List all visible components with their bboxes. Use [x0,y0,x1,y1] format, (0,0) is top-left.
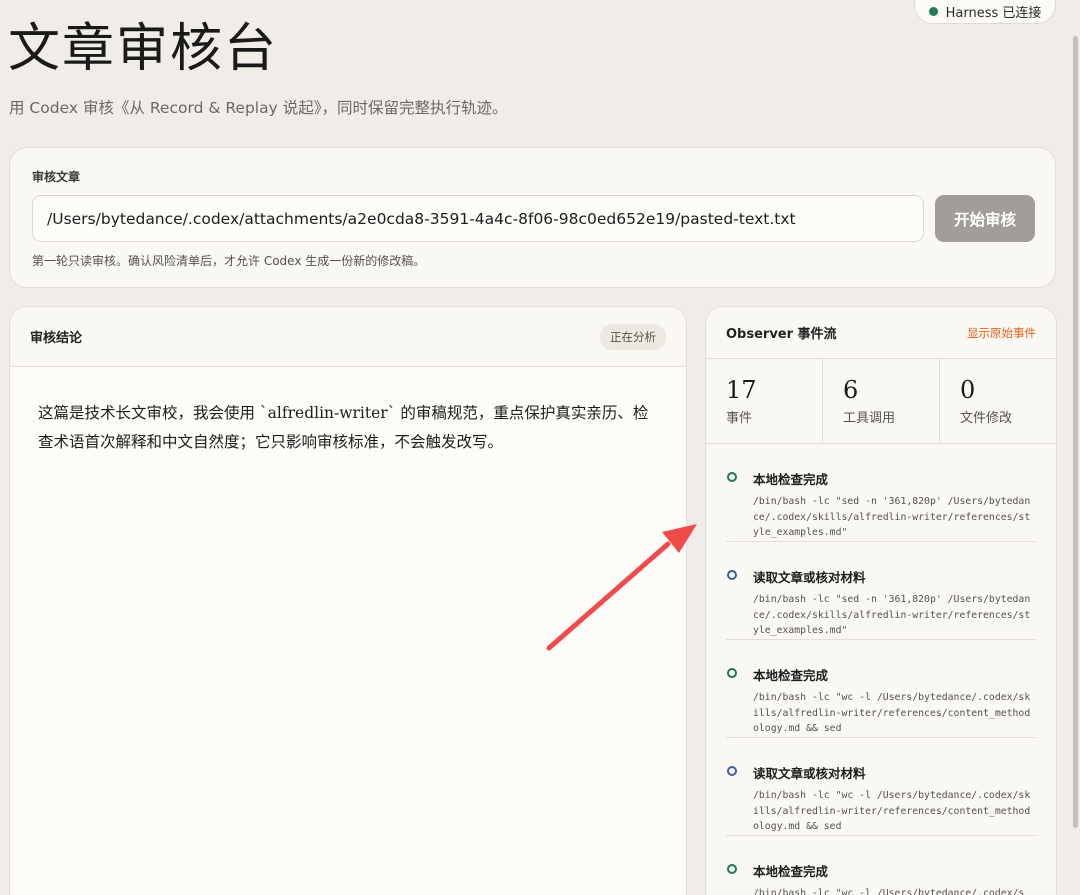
stat-label: 工具调用 [843,411,896,426]
stat-file-changes: 0 文件修改 [940,359,1056,443]
event-item[interactable]: 读取文章或核对材料 /bin/bash -lc "wc -l /Users/by… [726,738,1036,836]
event-list: 本地检查完成 /bin/bash -lc "sed -n '361,820p' … [706,444,1056,895]
status-ring-icon [727,472,737,482]
observer-stats: 17 事件 6 工具调用 0 文件修改 [706,359,1056,444]
page-scrollbar[interactable] [1073,36,1078,828]
stat-value: 6 [843,376,859,404]
page-subtitle: 用 Codex 审核《从 Record & Replay 说起》，同时保留完整执… [9,99,508,117]
stat-events: 17 事件 [706,359,823,443]
event-item[interactable]: 本地检查完成 /bin/bash -lc "sed -n '361,820p' … [726,444,1036,542]
stat-value: 17 [726,376,757,404]
review-result-header: 审核结论 正在分析 [10,307,686,367]
status-ring-icon [727,864,737,874]
article-input-label: 审核文章 [32,170,81,184]
event-command: /bin/bash -lc "wc -l /Users/bytedance/.c… [753,888,1025,895]
observer-event-panel: Observer 事件流 显示原始事件 17 事件 6 工具调用 0 文件修改 … [705,306,1057,895]
article-input-card: 审核文章 开始审核 第一轮只读审核。确认风险清单后，才允许 Codex 生成一份… [9,147,1056,288]
analysis-status-badge: 正在分析 [600,323,666,350]
stat-tool-calls: 6 工具调用 [823,359,940,443]
observer-header: Observer 事件流 显示原始事件 [706,307,1056,359]
event-item[interactable]: 本地检查完成 /bin/bash -lc "wc -l /Users/byted… [726,836,1036,895]
event-command: /bin/bash -lc "sed -n '361,820p' /Users/… [753,594,1031,636]
start-review-button[interactable]: 开始审核 [935,195,1035,242]
event-command: /bin/bash -lc "sed -n '361,820p' /Users/… [753,496,1031,538]
event-command: /bin/bash -lc "wc -l /Users/bytedance/.c… [753,790,1031,832]
stat-label: 文件修改 [960,411,1013,426]
status-dot-icon [928,6,938,16]
event-item[interactable]: 本地检查完成 /bin/bash -lc "wc -l /Users/byted… [726,640,1036,738]
event-item[interactable]: 读取文章或核对材料 /bin/bash -lc "sed -n '361,820… [726,542,1036,640]
observer-title: Observer 事件流 [726,327,837,342]
harness-status-label: Harness 已连接 [945,5,1042,21]
review-result-title: 审核结论 [30,331,83,346]
status-ring-icon [727,766,737,776]
status-ring-icon [727,570,737,580]
show-raw-events-link[interactable]: 显示原始事件 [967,325,1036,341]
article-path-input[interactable] [32,195,924,242]
event-title: 本地检查完成 [753,864,829,879]
event-title: 本地检查完成 [753,668,829,683]
harness-status-badge: Harness 已连接 [914,0,1056,24]
event-title: 本地检查完成 [753,472,829,487]
event-title: 读取文章或核对材料 [753,766,866,781]
page-title: 文章审核台 [8,19,279,79]
event-command: /bin/bash -lc "wc -l /Users/bytedance/.c… [753,692,1031,734]
status-ring-icon [727,668,737,678]
review-result-panel: 审核结论 正在分析 这篇是技术长文审校，我会使用 `alfredlin-writ… [9,306,687,895]
stat-value: 0 [960,376,976,404]
stat-label: 事件 [726,411,753,426]
event-title: 读取文章或核对材料 [753,570,866,585]
review-result-body: 这篇是技术长文审校，我会使用 `alfredlin-writer` 的审稿规范，… [10,367,686,895]
article-input-hint: 第一轮只读审核。确认风险清单后，才允许 Codex 生成一份新的修改稿。 [32,254,426,268]
